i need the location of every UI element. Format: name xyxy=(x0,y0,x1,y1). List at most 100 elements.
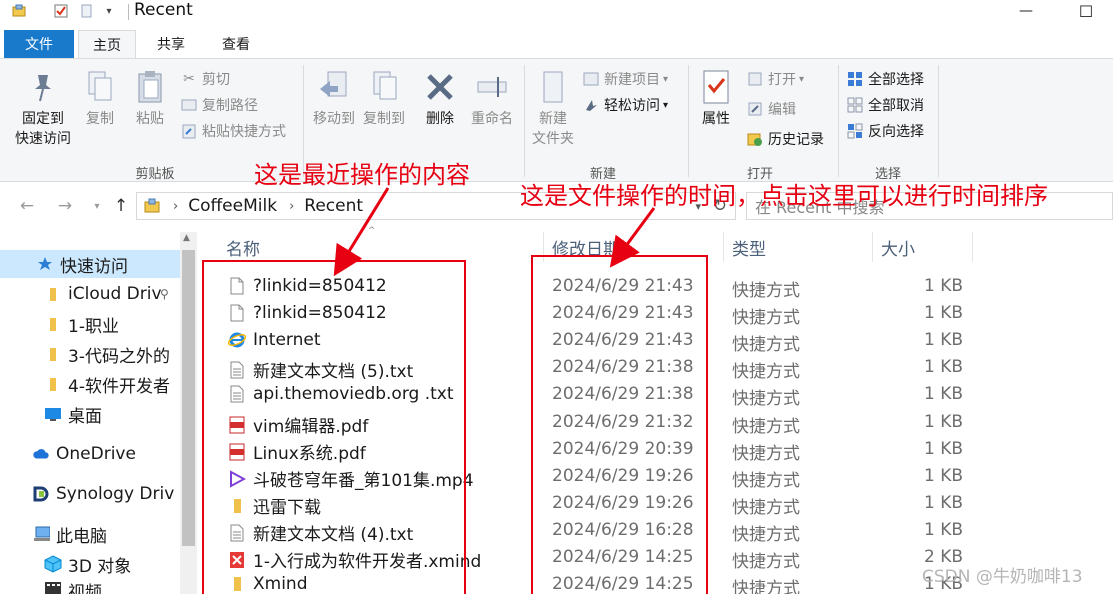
scroll-up-icon[interactable]: ▲ xyxy=(183,233,190,243)
sidebar-item-label: Synology Driv xyxy=(56,484,175,504)
properties-button[interactable]: 属性 xyxy=(694,69,738,129)
tab-home[interactable]: 主页 xyxy=(78,30,136,58)
cut-button[interactable]: ✂ 剪切 xyxy=(180,67,230,91)
file-type: 快捷方式 xyxy=(732,417,800,437)
column-divider[interactable] xyxy=(872,232,873,262)
column-divider[interactable] xyxy=(723,232,724,262)
sidebar-item-beyond-code[interactable]: 3-代码之外的 xyxy=(0,340,180,368)
paste-icon xyxy=(133,69,167,105)
file-type: 快捷方式 xyxy=(732,362,800,382)
rename-icon xyxy=(475,69,509,105)
sidebar-item-label: 3-代码之外的 xyxy=(68,346,170,367)
paste-shortcut-button[interactable]: 粘贴快捷方式 xyxy=(180,119,286,143)
minimize-button[interactable]: — xyxy=(1006,0,1046,22)
maximize-button[interactable]: ☐ xyxy=(1066,0,1106,22)
forward-arrow-icon[interactable]: → xyxy=(54,194,76,218)
sidebar-item-3d-objects[interactable]: 3D 对象 xyxy=(0,550,180,578)
sidebar-item-icloud-drive[interactable]: iCloud Driv ⚲ xyxy=(0,280,180,308)
sidebar-item-this-pc[interactable]: 此电脑 xyxy=(0,520,180,548)
title-separator xyxy=(128,4,129,20)
file-size: 1 KB xyxy=(923,520,963,540)
up-arrow-icon[interactable]: ↑ xyxy=(110,194,132,218)
customize-quick-access-icon[interactable]: ▾ xyxy=(100,2,118,20)
ribbon-divider xyxy=(938,65,939,177)
column-header-size[interactable]: 大小 xyxy=(881,232,915,262)
sidebar-item-label: 3D 对象 xyxy=(68,556,132,577)
cloud-icon xyxy=(32,445,50,463)
ribbon-tabs: 文件 主页 共享 查看 xyxy=(0,30,1113,58)
tab-view[interactable]: 查看 xyxy=(206,30,266,58)
paste-button[interactable]: 粘贴 xyxy=(128,69,172,129)
column-header-type[interactable]: 类型 xyxy=(732,232,766,262)
edit-button[interactable]: 编辑 xyxy=(746,97,796,121)
chevron-down-icon: ▾ xyxy=(663,73,669,85)
sidebar-item-onedrive[interactable]: OneDrive xyxy=(0,440,180,468)
tab-share[interactable]: 共享 xyxy=(142,30,200,58)
properties-label: 属性 xyxy=(702,111,730,127)
rename-label: 重命名 xyxy=(471,111,513,127)
synology-icon xyxy=(32,485,50,503)
folder-icon xyxy=(44,345,62,363)
sidebar-item-software-developer[interactable]: 4-软件开发者 xyxy=(0,370,180,398)
folder-icon xyxy=(44,375,62,393)
annotation-box-recent-items xyxy=(202,260,466,594)
file-size: 1 KB xyxy=(923,303,963,323)
recent-locations-chevron-icon[interactable]: ▾ xyxy=(86,194,108,218)
back-arrow-icon[interactable]: ← xyxy=(16,194,38,218)
delete-button[interactable]: 删除 xyxy=(418,69,462,129)
file-type: 快捷方式 xyxy=(732,335,800,355)
file-size: 1 KB xyxy=(923,357,963,377)
select-all-button[interactable]: 全部选择 xyxy=(846,67,924,91)
properties-quick-icon[interactable] xyxy=(52,2,70,20)
sidebar-item-synology-drive[interactable]: Synology Driv xyxy=(0,480,180,508)
select-none-button[interactable]: 全部取消 xyxy=(846,93,924,117)
new-folder-button[interactable]: 新建 文件夹 xyxy=(528,69,578,149)
clipboard-group-label: 剪贴板 xyxy=(135,167,175,182)
copy-path-button[interactable]: 复制路径 xyxy=(180,93,258,117)
column-divider[interactable] xyxy=(972,232,973,262)
file-size: 1 KB xyxy=(923,384,963,404)
folder-icon xyxy=(44,285,62,303)
pinned-icon: ⚲ xyxy=(160,287,169,301)
breadcrumb-separator-icon[interactable]: › xyxy=(289,199,294,214)
new-folder-label: 新建 文件夹 xyxy=(532,111,574,147)
breadcrumb-recent[interactable]: Recent xyxy=(304,196,363,216)
file-size: 1 KB xyxy=(923,276,963,296)
move-to-button[interactable]: 移动到 xyxy=(308,69,360,129)
sidebar-item-career[interactable]: 1-职业 xyxy=(0,310,180,338)
sidebar-item-quick-access[interactable]: 快速访问 xyxy=(0,250,180,278)
file-type: 快捷方式 xyxy=(732,389,800,409)
copy-to-button[interactable]: 复制到 xyxy=(358,69,410,129)
invert-selection-icon xyxy=(846,122,864,140)
history-button[interactable]: 历史记录 xyxy=(746,127,824,151)
select-all-label: 全部选择 xyxy=(868,72,924,88)
invert-selection-button[interactable]: 反向选择 xyxy=(846,119,924,143)
sidebar-item-desktop[interactable]: 桌面 xyxy=(0,400,180,428)
sort-caret-icon: ^ xyxy=(368,226,376,236)
open-button[interactable]: 打开 ▾ xyxy=(746,67,804,91)
ribbon-divider xyxy=(524,65,525,177)
select-all-icon xyxy=(846,70,864,88)
annotation-text-modified-time: 这是文件操作的时间，点击这里可以进行时间排序 xyxy=(520,182,1048,210)
file-size: 1 KB xyxy=(923,466,963,486)
copy-button[interactable]: 复制 xyxy=(80,69,120,129)
app-icon[interactable] xyxy=(10,2,28,20)
paste-shortcut-label: 粘贴快捷方式 xyxy=(202,124,286,140)
tab-file[interactable]: 文件 xyxy=(4,30,74,58)
desktop-icon xyxy=(44,405,62,423)
history-icon xyxy=(746,130,764,148)
new-folder-quick-icon[interactable] xyxy=(78,2,96,20)
column-header-name[interactable]: 名称 xyxy=(226,232,260,262)
sidebar-scrollbar-thumb[interactable] xyxy=(182,250,195,546)
new-item-button[interactable]: 新建项目 ▾ xyxy=(582,67,668,91)
sidebar-item-videos[interactable]: 视频 xyxy=(0,578,180,594)
sidebar-item-label: 1-职业 xyxy=(68,316,119,337)
breadcrumb-separator-icon[interactable]: › xyxy=(173,199,178,214)
move-to-icon xyxy=(317,69,351,105)
breadcrumb-coffeemilk[interactable]: CoffeeMilk xyxy=(188,196,277,216)
easy-access-button[interactable]: 轻松访问 ▾ xyxy=(582,93,668,117)
paste-shortcut-icon xyxy=(180,122,198,140)
pin-to-quick-access-button[interactable]: 固定到 快速访问 xyxy=(8,69,78,149)
rename-button[interactable]: 重命名 xyxy=(466,69,518,129)
cube-icon xyxy=(44,555,62,573)
